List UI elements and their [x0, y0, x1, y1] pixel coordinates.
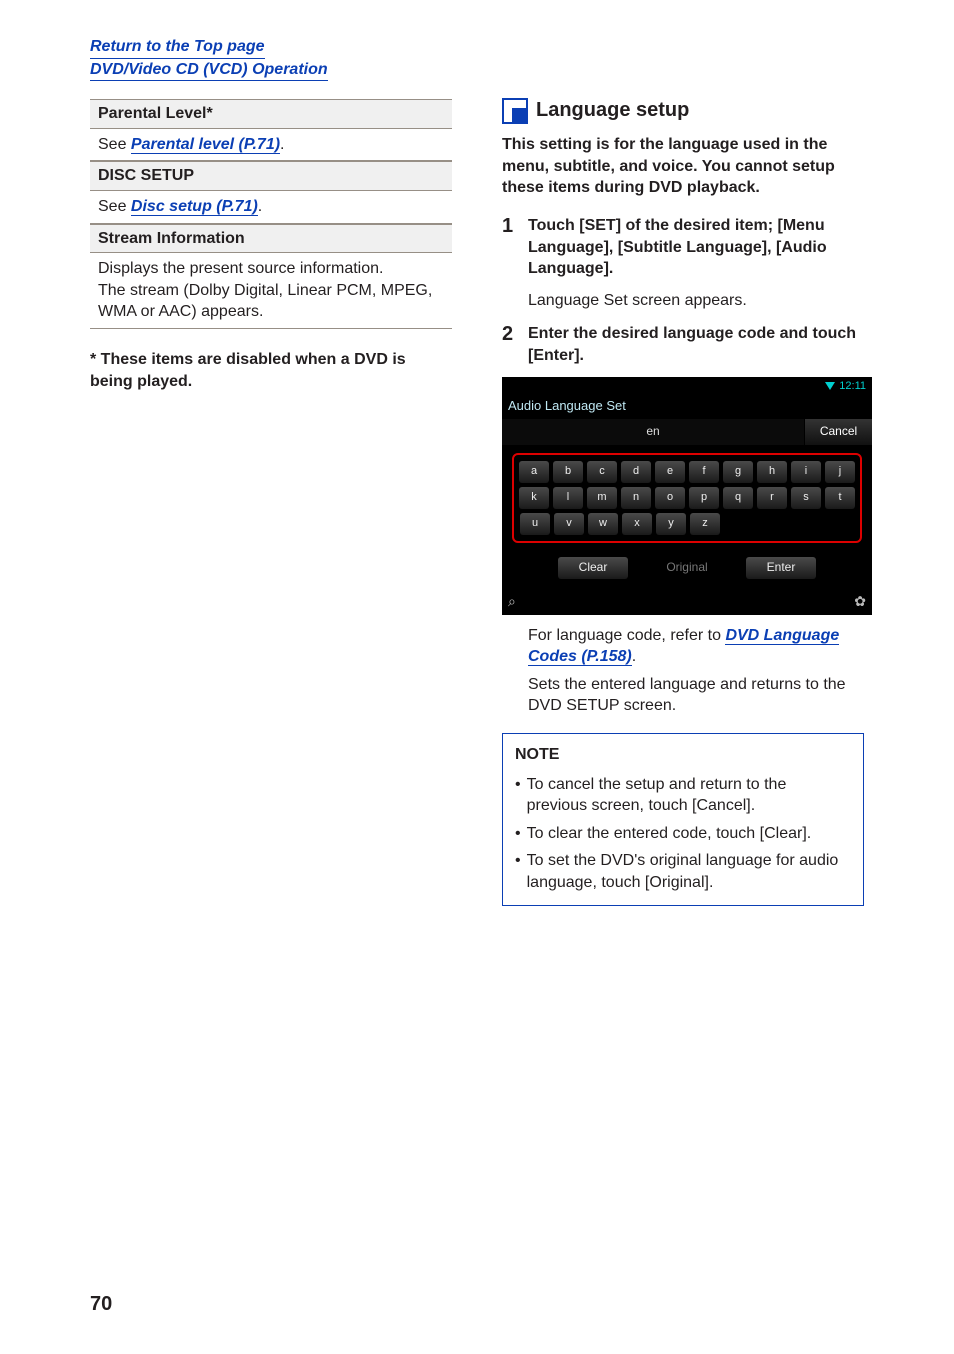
key-e[interactable]: e	[655, 461, 685, 483]
note-title: NOTE	[515, 744, 851, 766]
after-device-p1: For language code, refer to DVD Language…	[502, 625, 864, 668]
key-n[interactable]: n	[621, 487, 651, 509]
key-t[interactable]: t	[825, 487, 855, 509]
device-screenshot: 12:11 Audio Language Set en Cancel abcde…	[502, 377, 872, 615]
note-item: •To clear the entered code, touch [Clear…	[515, 823, 851, 845]
p1-prefix: For language code, refer to	[528, 627, 725, 644]
disc-setup-link[interactable]: Disc setup (P.71)	[131, 198, 258, 216]
key-p[interactable]: p	[689, 487, 719, 509]
language-code-input[interactable]: en	[502, 419, 804, 445]
row-body-disc-setup: See Disc setup (P.71).	[90, 191, 452, 224]
keyboard-highlight: abcdefghij klmnopqrst uvwxyz	[512, 453, 862, 543]
key-g[interactable]: g	[723, 461, 753, 483]
see-suffix: .	[280, 136, 284, 153]
original-button[interactable]: Original	[652, 557, 722, 579]
key-y[interactable]: y	[656, 513, 686, 535]
note-item: •To cancel the setup and return to the p…	[515, 774, 851, 817]
key-o[interactable]: o	[655, 487, 685, 509]
enter-button[interactable]: Enter	[746, 557, 816, 579]
device-clock: 12:11	[839, 379, 866, 394]
cancel-button[interactable]: Cancel	[804, 419, 872, 445]
key-u[interactable]: u	[520, 513, 550, 535]
key-q[interactable]: q	[723, 487, 753, 509]
key-h[interactable]: h	[757, 461, 787, 483]
section-intro: This setting is for the language used in…	[502, 134, 864, 199]
left-column: Parental Level* See Parental level (P.71…	[90, 95, 452, 906]
footnote-asterisk: * These items are disabled when a DVD is…	[90, 349, 452, 392]
row-body-stream: Displays the present source information.…	[90, 253, 452, 329]
key-r[interactable]: r	[757, 487, 787, 509]
key-z[interactable]: z	[690, 513, 720, 535]
page-number: 70	[90, 1291, 112, 1318]
loupe-icon[interactable]: ⌕	[508, 592, 516, 611]
row-head-disc-setup: DISC SETUP	[90, 161, 452, 191]
header-links: Return to the Top page DVD/Video CD (VCD…	[90, 36, 864, 81]
step-2: 2 Enter the desired language code and to…	[502, 323, 864, 370]
see-prefix: See	[98, 198, 131, 215]
key-j[interactable]: j	[825, 461, 855, 483]
see-suffix: .	[258, 198, 262, 215]
signal-icon	[825, 382, 835, 390]
device-screen-title: Audio Language Set	[508, 397, 626, 415]
key-w[interactable]: w	[588, 513, 618, 535]
return-top-link[interactable]: Return to the Top page	[90, 38, 265, 55]
right-column: Language setup This setting is for the l…	[502, 95, 864, 906]
device-status-bar: 12:11	[825, 379, 866, 394]
key-a[interactable]: a	[519, 461, 549, 483]
after-device-p2: Sets the entered language and returns to…	[502, 674, 864, 717]
parental-level-link[interactable]: Parental level (P.71)	[131, 136, 280, 154]
key-v[interactable]: v	[554, 513, 584, 535]
step-number: 2	[502, 323, 520, 370]
key-x[interactable]: x	[622, 513, 652, 535]
note-item: •To set the DVD's original language for …	[515, 850, 851, 893]
key-m[interactable]: m	[587, 487, 617, 509]
key-f[interactable]: f	[689, 461, 719, 483]
step-2-title: Enter the desired language code and touc…	[528, 323, 864, 366]
step-1-title: Touch [SET] of the desired item; [Menu L…	[528, 215, 864, 280]
row-head-stream: Stream Information	[90, 224, 452, 254]
key-k[interactable]: k	[519, 487, 549, 509]
section-icon	[502, 98, 528, 124]
section-header: Language setup	[502, 97, 864, 124]
settings-table: Parental Level* See Parental level (P.71…	[90, 99, 452, 329]
gear-icon[interactable]: ✿	[854, 592, 866, 611]
key-l[interactable]: l	[553, 487, 583, 509]
section-link[interactable]: DVD/Video CD (VCD) Operation	[90, 61, 328, 78]
clear-button[interactable]: Clear	[558, 557, 628, 579]
key-s[interactable]: s	[791, 487, 821, 509]
see-prefix: See	[98, 136, 131, 153]
step-1-sub: Language Set screen appears.	[502, 290, 864, 312]
section-title: Language setup	[536, 97, 689, 124]
key-c[interactable]: c	[587, 461, 617, 483]
row-head-parental: Parental Level*	[90, 99, 452, 129]
step-1: 1 Touch [SET] of the desired item; [Menu…	[502, 215, 864, 284]
key-b[interactable]: b	[553, 461, 583, 483]
note-box: NOTE •To cancel the setup and return to …	[502, 733, 864, 907]
key-d[interactable]: d	[621, 461, 651, 483]
p1-suffix: .	[632, 648, 636, 665]
step-number: 1	[502, 215, 520, 284]
row-body-parental: See Parental level (P.71).	[90, 129, 452, 162]
key-i[interactable]: i	[791, 461, 821, 483]
